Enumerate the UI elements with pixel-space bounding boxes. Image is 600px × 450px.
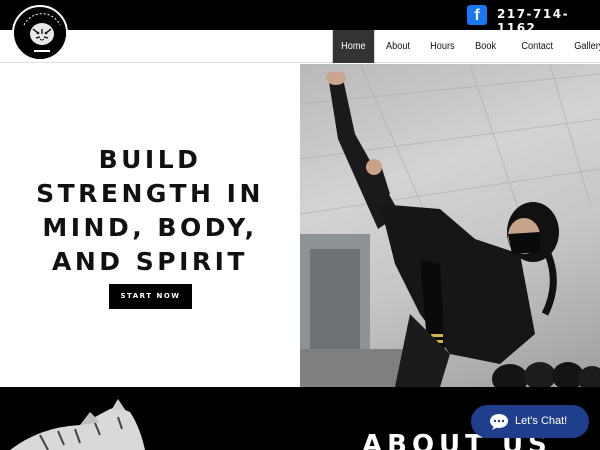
hero-title-line: STRENGTH IN [36, 179, 264, 208]
nav-item-book-online[interactable]: Book Online [466, 30, 509, 85]
hero-photo [300, 64, 600, 387]
chat-label: Let's Chat! [515, 415, 568, 427]
main-nav: Home About Hours Book Online Contact Gal… [331, 30, 600, 85]
hero-title-line: AND SPIRIT [52, 247, 248, 276]
hero-title-line: MIND, BODY, [42, 213, 258, 242]
start-now-button[interactable]: START NOW [109, 284, 192, 309]
nav-item-about[interactable]: About [377, 30, 418, 63]
chat-button[interactable]: Let's Chat! [471, 405, 589, 438]
facebook-icon[interactable]: f [467, 5, 487, 25]
logo[interactable] [12, 5, 68, 61]
hero-title: BUILD STRENGTH IN MIND, BODY, AND SPIRIT [0, 143, 300, 279]
tiger-image [10, 399, 145, 450]
chat-bubble-icon [490, 414, 508, 430]
hero-title-line: BUILD [98, 145, 202, 174]
nav-item-gallery[interactable]: Gallery [566, 30, 600, 63]
nav-item-home[interactable]: Home [332, 30, 374, 63]
martial-artist-kick-photo [300, 64, 600, 387]
nav-item-contact[interactable]: Contact [514, 30, 562, 63]
nav-item-hours[interactable]: Hours [422, 30, 463, 63]
